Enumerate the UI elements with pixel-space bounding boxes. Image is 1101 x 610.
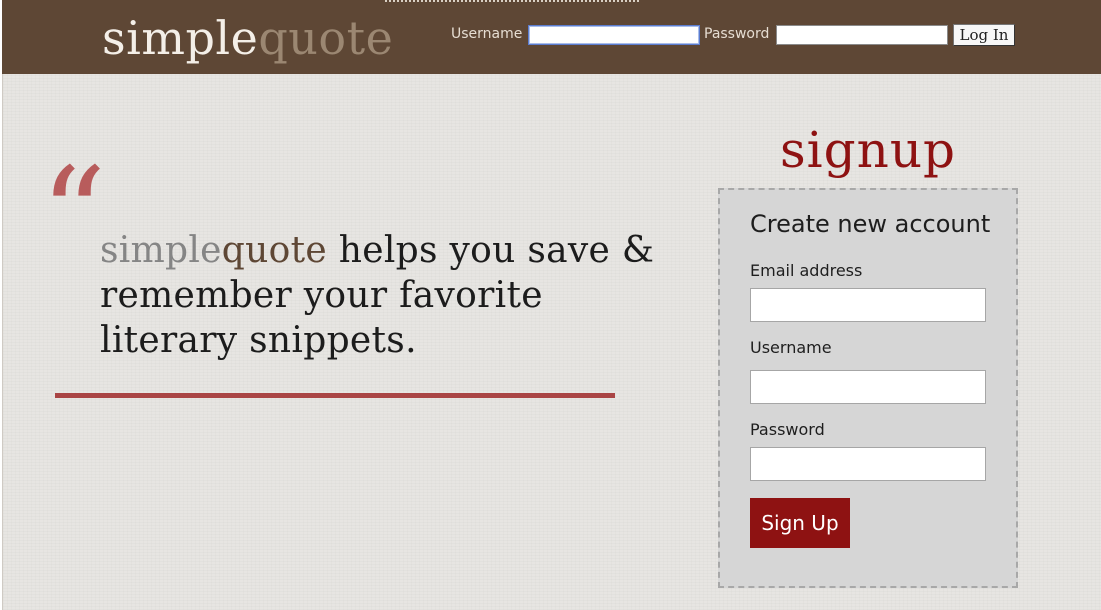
signup-title: signup <box>780 121 957 179</box>
signup-username-field[interactable] <box>750 370 986 404</box>
top-header: simplequote Username Password Log In <box>2 0 1101 74</box>
login-password-label: Password <box>704 26 770 42</box>
hero-tagline: simplequote helps you save & remember yo… <box>100 228 660 363</box>
hero-divider <box>55 393 615 398</box>
sign-up-button[interactable]: Sign Up <box>750 498 850 548</box>
tagline-brand-simple: simple <box>100 230 222 271</box>
login-username-label: Username <box>451 26 523 42</box>
login-button[interactable]: Log In <box>953 24 1015 46</box>
signup-heading: Create new account <box>750 210 991 238</box>
signup-password-field[interactable] <box>750 447 986 481</box>
signup-username-label: Username <box>750 338 832 357</box>
logo-simple: simple <box>102 11 259 65</box>
email-label: Email address <box>750 261 863 280</box>
site-logo[interactable]: simplequote <box>102 10 393 66</box>
logo-quote: quote <box>258 11 394 65</box>
login-username-input[interactable] <box>528 25 700 45</box>
email-field[interactable] <box>750 288 986 322</box>
login-password-input[interactable] <box>776 25 948 45</box>
header-dotted-divider <box>385 0 639 2</box>
signup-password-label: Password <box>750 420 825 439</box>
tagline-brand-quote: quote <box>221 230 327 271</box>
quote-mark-icon: “ <box>40 139 107 291</box>
